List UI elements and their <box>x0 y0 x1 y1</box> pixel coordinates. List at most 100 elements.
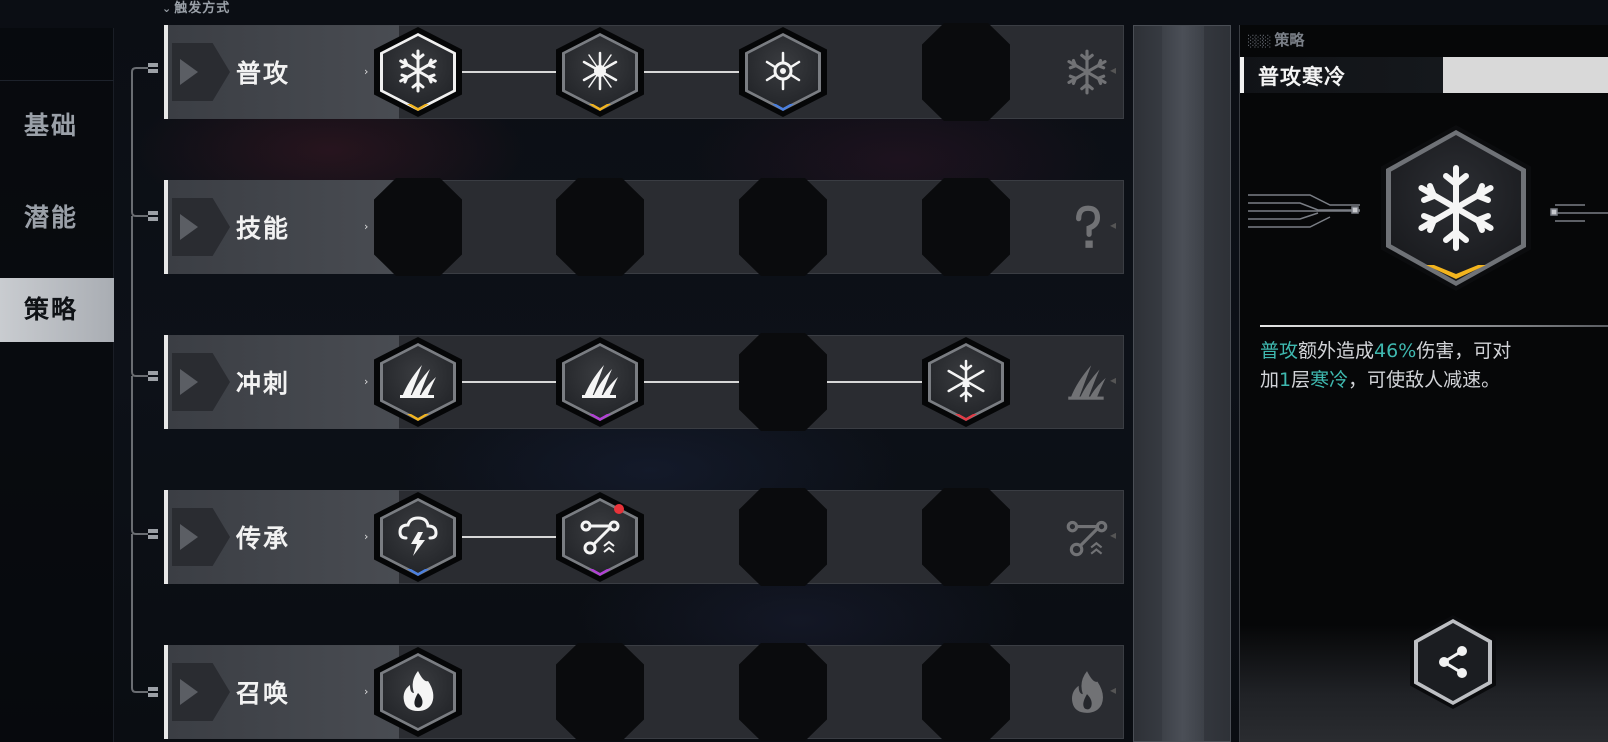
strategy-node[interactable] <box>374 337 462 427</box>
row-legacy: 传承 › ◂ <box>164 488 1124 586</box>
row-normal-attack: 普攻 › ◂ <box>164 23 1124 121</box>
row-tab <box>172 198 230 256</box>
detail-title: 普攻寒冷 <box>1258 65 1346 89</box>
caret-left-icon: ◂ <box>1110 683 1117 697</box>
strategy-node[interactable] <box>556 337 644 427</box>
frost-core-icon <box>765 51 801 91</box>
caret-icon: › <box>364 220 369 233</box>
scroll-column[interactable] <box>1133 25 1231 742</box>
desc-text: 伤害，可对 <box>1416 340 1512 362</box>
caret-icon: › <box>364 375 369 388</box>
strategy-node[interactable] <box>922 337 1010 427</box>
rarity-gold-icon <box>589 104 611 111</box>
frost-burst-icon <box>947 359 985 403</box>
trigger-method-text: 触发方式 <box>174 1 231 16</box>
nav-item-basic[interactable]: 基础 <box>0 94 114 158</box>
row-skill: 技能 › ◂ <box>164 178 1124 276</box>
share-button[interactable] <box>1410 615 1496 709</box>
caret-left-icon: ◂ <box>1110 373 1117 387</box>
row-tab <box>172 353 230 411</box>
row-label: 冲刺 <box>236 369 291 398</box>
rarity-blue-icon <box>772 104 794 111</box>
row-tab <box>172 508 230 566</box>
divider <box>1260 325 1608 327</box>
caret-icon: › <box>364 530 369 543</box>
starburst-snowflake-icon <box>582 51 618 91</box>
row-label: 传承 <box>236 524 291 553</box>
rarity-gold-icon <box>1426 265 1486 279</box>
rarity-purple-icon <box>589 414 611 421</box>
chevron-down-icon: ⌄ <box>162 2 173 15</box>
section-label-text: 策略 <box>1274 31 1305 49</box>
row-tab <box>172 663 230 721</box>
branch-nodes-icon <box>1066 520 1108 557</box>
notification-dot <box>614 504 624 514</box>
row-dash: 冲刺 › ◂ <box>164 333 1124 431</box>
desc-keyword: 普攻 <box>1260 340 1299 362</box>
row-label: 召唤 <box>236 679 291 708</box>
claw-slash-icon <box>400 365 436 398</box>
empty-slot <box>922 178 1010 276</box>
snowflake-icon <box>399 49 437 93</box>
title-accent-bar <box>1240 57 1244 93</box>
strategy-node[interactable] <box>556 27 644 117</box>
caret-left-icon: ◂ <box>1110 218 1117 232</box>
row-label: 普攻 <box>236 59 291 88</box>
trigger-method-label[interactable]: ⌄ 触发方式 <box>162 0 230 16</box>
strategy-node[interactable] <box>556 492 644 582</box>
sidebar-divider <box>0 80 114 81</box>
snowflake-icon <box>1067 49 1107 95</box>
empty-slot <box>556 643 644 741</box>
claw-slash-icon <box>582 365 618 398</box>
strategy-node[interactable] <box>374 492 462 582</box>
desc-text: 加 <box>1260 369 1280 391</box>
detail-section-label: ░░░ 策略 <box>1248 29 1304 50</box>
flame-icon <box>403 671 434 711</box>
caret-left-icon: ◂ <box>1110 528 1117 542</box>
empty-slot <box>739 333 827 431</box>
rarity-purple-icon <box>589 569 611 576</box>
nav-item-strategy[interactable]: 策略 <box>0 278 114 342</box>
desc-keyword: 寒冷 <box>1310 369 1349 391</box>
empty-slot <box>922 23 1010 121</box>
selected-strategy-icon <box>1381 125 1531 291</box>
nav-item-potential[interactable]: 潜能 <box>0 186 114 250</box>
desc-value: 1 <box>1279 369 1292 391</box>
desc-text: 层 <box>1291 369 1311 391</box>
question-mark-icon <box>1062 202 1112 252</box>
branch-nodes-icon <box>580 520 620 555</box>
thunder-cloud-icon <box>398 516 438 558</box>
rarity-blue-icon <box>407 569 429 576</box>
detail-panel: ░░░ 策略 普攻寒冷 普攻额外造成46%伤害，可对 加1层寒冷，可使敌人减速。 <box>1239 25 1608 742</box>
rarity-gold-icon <box>407 414 429 421</box>
rarity-gold-icon <box>407 104 429 111</box>
dots-icon: ░░░ <box>1248 35 1271 48</box>
strategy-node-normal-attack-chill[interactable] <box>374 27 462 117</box>
empty-slot <box>556 178 644 276</box>
row-summon: 召唤 › ◂ <box>164 643 1124 741</box>
desc-text: 额外造成 <box>1298 340 1375 362</box>
rarity-red-icon <box>955 414 977 421</box>
empty-slot <box>739 488 827 586</box>
row-label: 技能 <box>236 214 291 243</box>
empty-slot <box>739 643 827 741</box>
strategy-node[interactable] <box>739 27 827 117</box>
desc-value: 46% <box>1374 340 1417 362</box>
claw-slash-icon <box>1068 365 1106 400</box>
tree-connector <box>131 63 158 697</box>
empty-slot <box>374 178 462 276</box>
caret-left-icon: ◂ <box>1110 63 1117 77</box>
empty-slot <box>922 488 1010 586</box>
detail-description: 普攻额外造成46%伤害，可对 加1层寒冷，可使敌人减速。 <box>1260 337 1608 395</box>
desc-text: ，可使敌人减速。 <box>1348 369 1501 391</box>
empty-slot <box>922 643 1010 741</box>
snowflake-icon <box>1408 160 1504 256</box>
row-tab <box>172 43 230 101</box>
empty-slot <box>739 178 827 276</box>
flame-icon <box>1072 671 1103 713</box>
strategy-node[interactable] <box>374 647 462 737</box>
caret-icon: › <box>364 685 369 698</box>
category-sidebar: 基础 潜能 策略 <box>0 28 114 742</box>
share-icon <box>1439 646 1467 678</box>
caret-icon: › <box>364 65 369 78</box>
